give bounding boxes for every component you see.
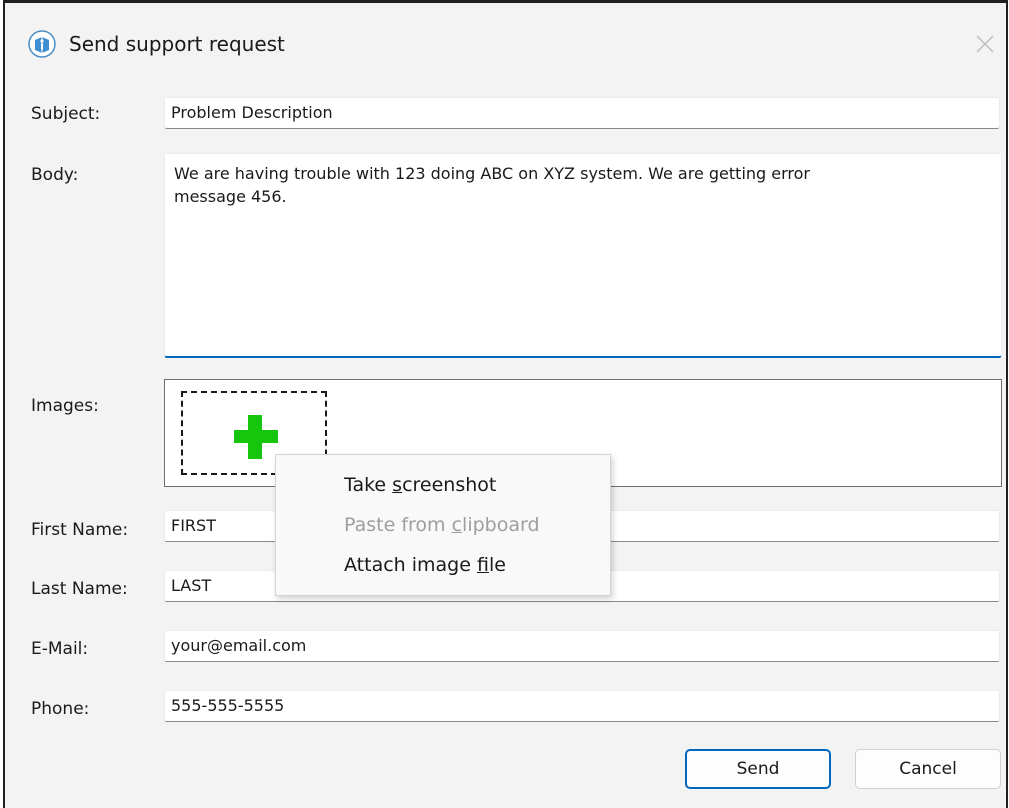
close-icon (976, 35, 994, 53)
menu-item-paste-from-clipboard[interactable]: Paste from clipboard (276, 505, 610, 545)
body-label: Body: (31, 165, 79, 185)
support-request-dialog: Send support request Subject: Problem De… (3, 0, 1008, 808)
subject-label: Subject: (31, 104, 101, 124)
last-name-label: Last Name: (31, 579, 128, 599)
email-input[interactable]: your@email.com (164, 630, 1000, 662)
cancel-button[interactable]: Cancel (855, 749, 1001, 789)
support-app-icon (27, 29, 57, 59)
plus-icon (234, 415, 278, 459)
send-button[interactable]: Send (685, 749, 831, 789)
phone-input[interactable]: 555-555-5555 (164, 690, 1000, 722)
body-textarea[interactable]: We are having trouble with 123 doing ABC… (164, 153, 1002, 358)
email-label: E-Mail: (31, 639, 89, 659)
menu-item-attach-image-file[interactable]: Attach image file (276, 545, 610, 585)
phone-label: Phone: (31, 699, 90, 719)
images-label: Images: (31, 396, 99, 416)
image-context-menu: Take screenshot Paste from clipboard Att… (275, 454, 611, 596)
window-title: Send support request (69, 32, 285, 56)
menu-item-take-screenshot[interactable]: Take screenshot (276, 465, 610, 505)
title-bar: Send support request (5, 3, 1006, 81)
subject-input[interactable]: Problem Description (164, 97, 1000, 129)
close-button[interactable] (970, 29, 1000, 59)
first-name-label: First Name: (31, 520, 129, 540)
